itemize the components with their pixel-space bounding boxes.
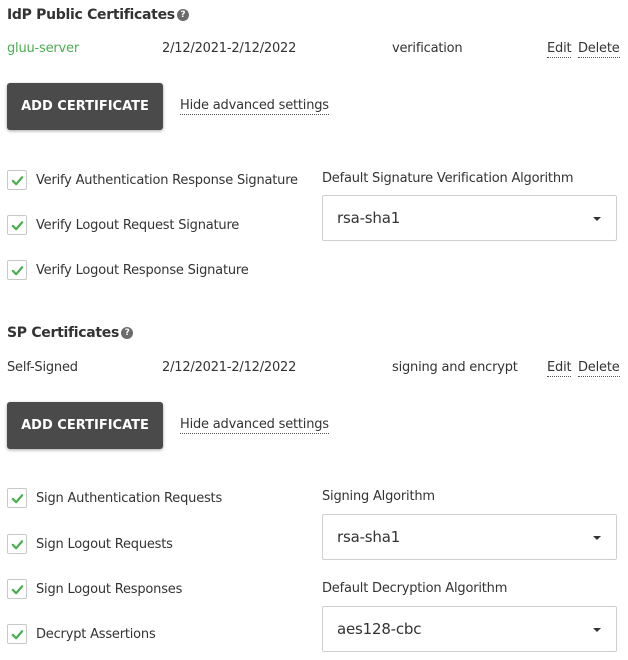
verify-auth-response-signature-row: Verify Authentication Response Signature [7, 170, 298, 190]
checkbox-label: Decrypt Assertions [36, 626, 156, 642]
cert-dates: 2/12/2021-2/12/2022 [162, 41, 297, 56]
cert-usage: signing and encrypt [392, 360, 518, 375]
delete-link[interactable]: Delete [578, 41, 620, 58]
hide-advanced-settings-link[interactable]: Hide advanced settings [180, 98, 329, 115]
add-idp-certificate-button[interactable]: ADD CERTIFICATE [7, 83, 163, 130]
select-value: rsa-sha1 [337, 209, 401, 227]
select-value: aes128-cbc [337, 620, 422, 638]
edit-link[interactable]: Edit [547, 41, 572, 58]
cert-name: Self-Signed [7, 360, 78, 375]
sign-logout-responses-checkbox[interactable] [7, 579, 27, 599]
decryption-algorithm-select[interactable]: aes128-cbc [322, 606, 617, 652]
sp-title-text: SP Certificates [7, 325, 120, 341]
cert-name[interactable]: gluu-server [7, 41, 79, 56]
decryption-algorithm-label: Default Decryption Algorithm [322, 581, 508, 596]
signing-algorithm-select[interactable]: rsa-sha1 [322, 514, 617, 560]
caret-down-icon [593, 628, 601, 632]
checkbox-label: Verify Logout Response Signature [36, 262, 249, 278]
caret-down-icon [593, 217, 601, 221]
cert-dates: 2/12/2021-2/12/2022 [162, 360, 297, 375]
signature-verification-algorithm-select[interactable]: rsa-sha1 [322, 195, 617, 241]
signing-algorithm-label: Signing Algorithm [322, 489, 435, 504]
signature-verification-algorithm-label: Default Signature Verification Algorithm [322, 171, 574, 186]
checkmark-icon [11, 493, 23, 503]
edit-link[interactable]: Edit [547, 360, 572, 377]
verify-auth-response-signature-checkbox[interactable] [7, 170, 27, 190]
hide-advanced-settings-link[interactable]: Hide advanced settings [180, 417, 329, 434]
sign-authentication-requests-row: Sign Authentication Requests [7, 488, 222, 508]
idp-title-text: IdP Public Certificates [7, 7, 175, 23]
caret-down-icon [593, 536, 601, 540]
checkbox-label: Verify Logout Request Signature [36, 217, 240, 233]
checkmark-icon [11, 175, 23, 185]
idp-certificates-title: IdP Public Certificates ? [7, 7, 189, 23]
checkbox-label: Sign Logout Requests [36, 536, 173, 552]
sign-logout-responses-row: Sign Logout Responses [7, 579, 182, 599]
add-sp-certificate-button[interactable]: ADD CERTIFICATE [7, 402, 163, 449]
decrypt-assertions-row: Decrypt Assertions [7, 624, 156, 644]
sign-logout-requests-checkbox[interactable] [7, 534, 27, 554]
decrypt-assertions-checkbox[interactable] [7, 624, 27, 644]
idp-certificate-row: gluu-server 2/12/2021-2/12/2022 verifica… [7, 41, 620, 61]
checkmark-icon [11, 584, 23, 594]
checkbox-label: Sign Authentication Requests [36, 490, 223, 506]
sign-logout-requests-row: Sign Logout Requests [7, 534, 173, 554]
cert-usage: verification [392, 41, 463, 56]
verify-logout-response-signature-checkbox[interactable] [7, 260, 27, 280]
verify-logout-response-signature-row: Verify Logout Response Signature [7, 260, 249, 280]
sign-authentication-requests-checkbox[interactable] [7, 488, 27, 508]
checkmark-icon [11, 539, 23, 549]
checkbox-label: Sign Logout Responses [36, 581, 183, 597]
verify-logout-request-signature-row: Verify Logout Request Signature [7, 215, 239, 235]
help-icon[interactable]: ? [121, 327, 134, 339]
checkmark-icon [11, 265, 23, 275]
select-value: rsa-sha1 [337, 528, 401, 546]
sp-certificates-title: SP Certificates ? [7, 325, 134, 341]
verify-logout-request-signature-checkbox[interactable] [7, 215, 27, 235]
checkmark-icon [11, 629, 23, 639]
checkbox-label: Verify Authentication Response Signature [36, 172, 298, 188]
sp-certificate-row: Self-Signed 2/12/2021-2/12/2022 signing … [7, 360, 620, 380]
delete-link[interactable]: Delete [578, 360, 620, 377]
help-icon[interactable]: ? [176, 9, 189, 21]
checkmark-icon [11, 220, 23, 230]
